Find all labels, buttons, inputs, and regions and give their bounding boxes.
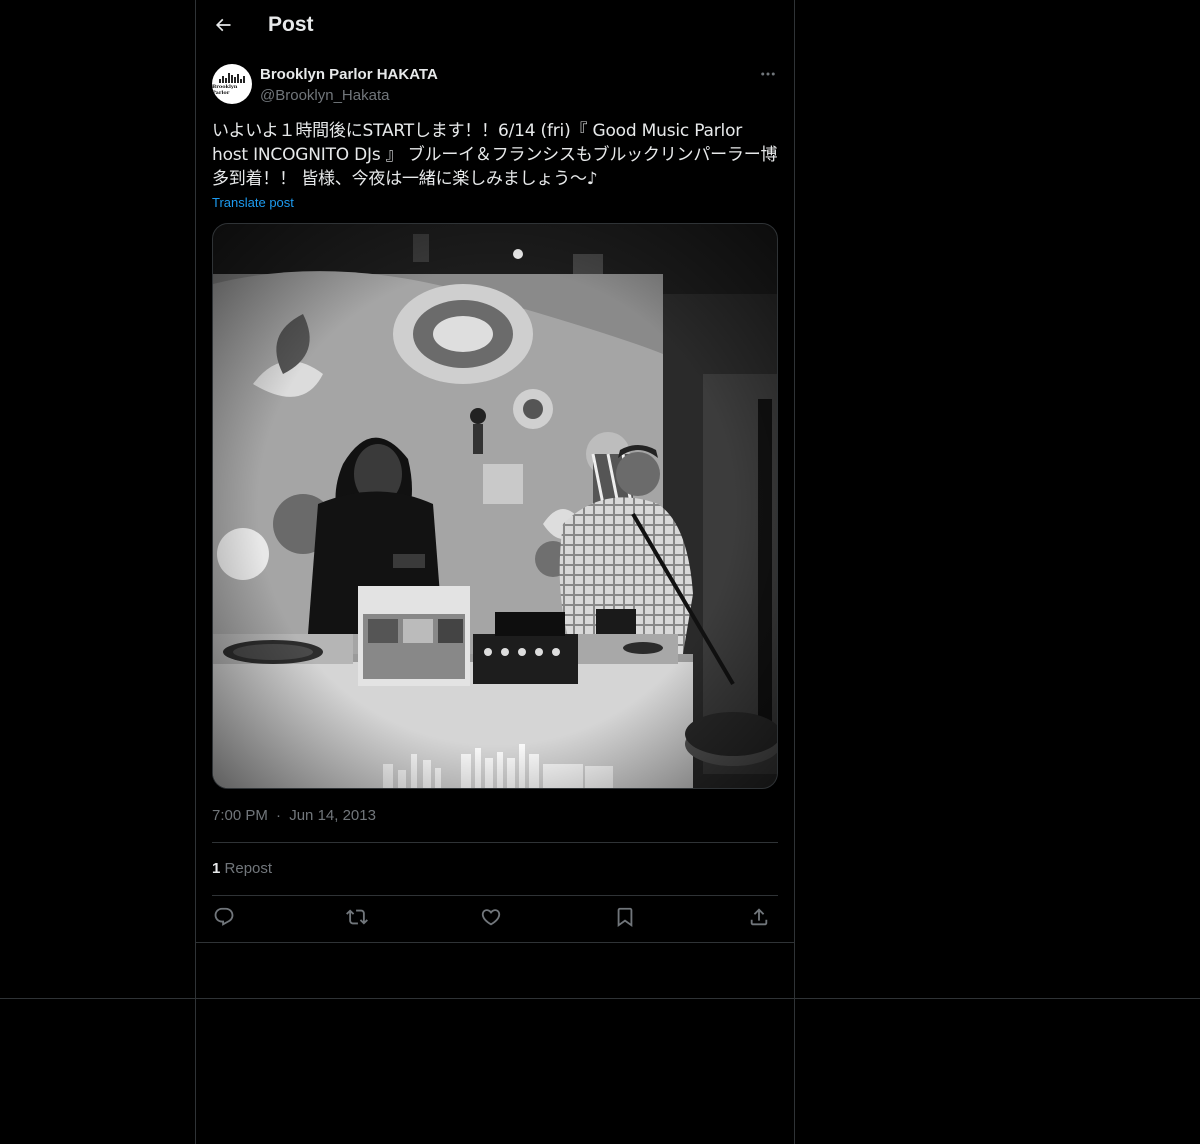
page-title: Post xyxy=(268,13,314,36)
post-header: Post xyxy=(196,0,794,54)
post-text: いよいよ１時間後にSTARTします！！6/14 (fri)『 Good Musi… xyxy=(212,121,778,189)
translate-post-link[interactable]: Translate post xyxy=(212,195,294,210)
post-date-link[interactable]: Jun 14, 2013 xyxy=(289,807,376,824)
reply-button[interactable] xyxy=(207,902,241,936)
stats-divider-top xyxy=(212,842,778,843)
stats-divider-bottom xyxy=(212,895,778,896)
reply-icon xyxy=(213,906,235,933)
share-button[interactable] xyxy=(742,902,776,936)
post-photo[interactable] xyxy=(212,223,778,789)
post-bottom-divider xyxy=(196,942,794,943)
repost-button[interactable] xyxy=(340,902,374,936)
arrow-left-icon xyxy=(213,15,233,40)
logo-bars xyxy=(219,72,245,83)
photo-image xyxy=(213,224,777,788)
post-time-link[interactable]: 7:00 PM xyxy=(212,807,268,824)
author-display-name[interactable]: Brooklyn Parlor HAKATA xyxy=(260,66,438,83)
bookmark-button[interactable] xyxy=(608,902,642,936)
repost-count: 1 xyxy=(212,860,221,877)
bookmark-icon xyxy=(614,906,636,933)
repost-stats[interactable]: 1 Repost xyxy=(212,860,272,877)
share-icon xyxy=(748,906,770,933)
back-button[interactable] xyxy=(204,8,242,46)
more-button[interactable] xyxy=(756,64,780,88)
author-handle[interactable]: @Brooklyn_Hakata xyxy=(260,87,389,104)
avatar-logo-text: Brooklyn Parlor xyxy=(212,83,238,96)
action-bar xyxy=(212,902,778,936)
repost-icon xyxy=(346,906,368,933)
more-horizontal-icon xyxy=(759,65,777,88)
avatar[interactable]: Brooklyn Parlor xyxy=(212,64,252,104)
primary-column: Post Brooklyn Parlor Brooklyn Parlor HAK… xyxy=(195,0,795,1144)
page: Post Brooklyn Parlor Brooklyn Parlor HAK… xyxy=(0,0,1200,1144)
post-timestamp: 7:00 PM · Jun 14, 2013 xyxy=(212,807,376,824)
heart-icon xyxy=(480,906,502,933)
timestamp-separator: · xyxy=(276,807,282,824)
repost-label: Repost xyxy=(224,860,273,877)
like-button[interactable] xyxy=(474,902,508,936)
